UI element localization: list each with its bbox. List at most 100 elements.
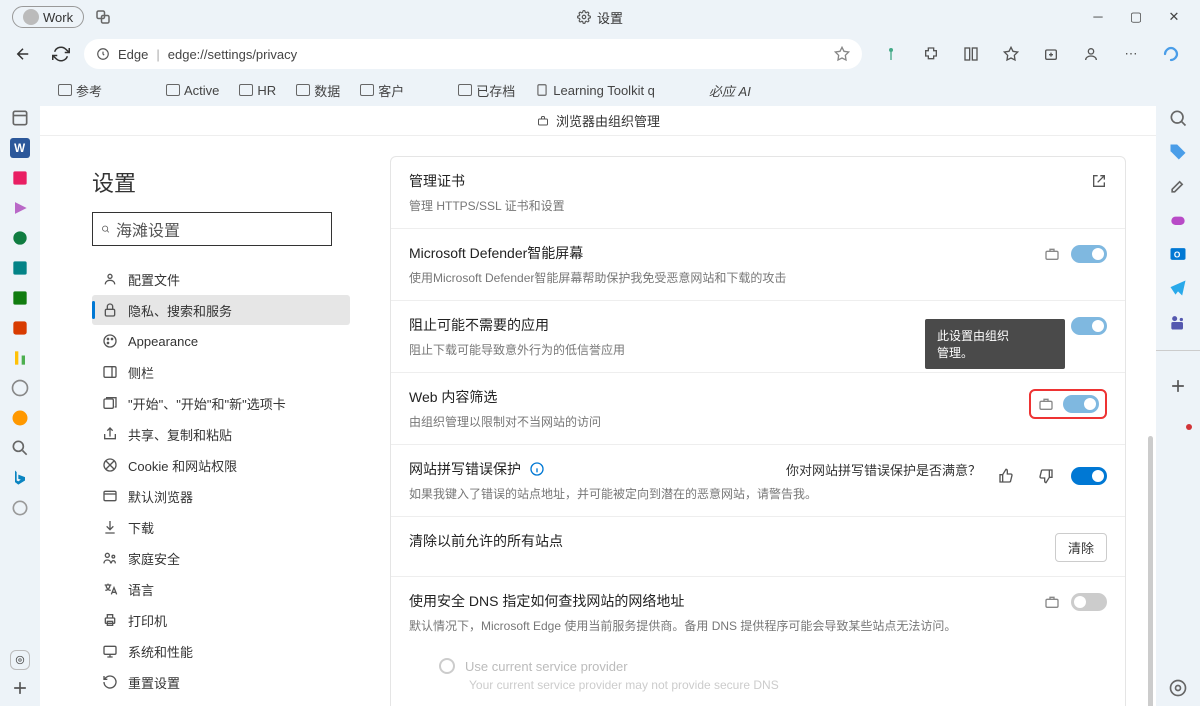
sidebar-item-profile[interactable]: 配置文件 <box>92 264 350 294</box>
sidebar-item-phone[interactable]: 手机和其他设备 <box>92 698 350 706</box>
bookmark-item-5[interactable]: 已存档 <box>450 77 523 104</box>
row-clear-allowed-sites: 清除以前允许的所有站点 清除 <box>391 516 1125 576</box>
search-icon[interactable] <box>1168 108 1188 128</box>
split-screen-icon[interactable] <box>956 39 986 69</box>
sidebar-item-languages[interactable]: 语言 <box>92 574 350 604</box>
telegram-icon[interactable] <box>1168 278 1188 298</box>
workspaces-icon[interactable] <box>94 8 112 26</box>
browser-toolbar: Edge | edge://settings/privacy ⋯ <box>0 34 1200 74</box>
collections-icon[interactable] <box>1036 39 1066 69</box>
sidebar-icon <box>102 364 118 380</box>
scrollbar-thumb[interactable] <box>1148 436 1153 706</box>
external-link-icon[interactable] <box>1091 173 1107 189</box>
tabs-icon <box>102 395 118 411</box>
bookmark-item-2[interactable]: HR <box>231 79 284 102</box>
address-bar[interactable]: Edge | edge://settings/privacy <box>84 39 862 69</box>
pinned-tab-icon[interactable] <box>10 318 30 338</box>
sidebar-item-default-browser[interactable]: 默认浏览器 <box>92 481 350 511</box>
briefcase-lock-icon <box>1043 594 1061 610</box>
tab-actions-icon[interactable] <box>10 108 30 128</box>
toggle-defender[interactable] <box>1071 245 1107 263</box>
row-block-unwanted-apps: 阻止可能不需要的应用 阻止下载可能导致意外行为的低信誉应用 此设置由组织 管理。 <box>391 300 1125 372</box>
tools-icon[interactable] <box>1168 176 1188 196</box>
sidebar-item-appearance[interactable]: Appearance <box>92 326 350 356</box>
tab-settings-gear-icon[interactable] <box>10 650 30 670</box>
sidebar-item-downloads[interactable]: 下载 <box>92 512 350 542</box>
new-tab-plus-icon[interactable] <box>10 678 30 698</box>
pinned-tab-icon[interactable] <box>10 288 30 308</box>
shopping-tag-icon[interactable] <box>1168 142 1188 162</box>
refresh-button[interactable] <box>46 39 76 69</box>
bookmark-item-4[interactable]: 客户 <box>352 77 412 104</box>
outlook-icon[interactable]: O <box>1168 244 1188 264</box>
pinned-tab-icon[interactable] <box>10 198 30 218</box>
settings-title: 设置 <box>92 166 350 198</box>
window-titlebar: Work 设置 ─ ▢ ✕ <box>0 0 1200 34</box>
more-menu-icon[interactable]: ⋯ <box>1116 39 1146 69</box>
teams-icon[interactable] <box>1168 312 1188 332</box>
bookmark-item-0[interactable]: 参考 <box>50 77 110 104</box>
settings-search-input[interactable] <box>116 220 323 238</box>
sidebar-item-cookies[interactable]: Cookie 和网站权限 <box>92 450 350 480</box>
sidebar-item-privacy[interactable]: 隐私、搜索和服务 <box>92 295 350 325</box>
toggle-secure-dns[interactable] <box>1071 593 1107 611</box>
add-sidebar-icon[interactable] <box>1168 376 1188 396</box>
sidebar-item-system[interactable]: 系统和性能 <box>92 636 350 666</box>
managed-banner-text: 浏览器由组织管理 <box>556 111 660 130</box>
sidebar-item-sidebar[interactable]: 侧栏 <box>92 357 350 387</box>
sidebar-item-family[interactable]: 家庭安全 <box>92 543 350 573</box>
maximize-button[interactable]: ▢ <box>1128 9 1144 25</box>
profile-switcher[interactable]: Work <box>12 6 84 28</box>
profile-icon[interactable] <box>1076 39 1106 69</box>
pinned-tab-icon[interactable] <box>10 258 30 278</box>
favorites-icon[interactable] <box>996 39 1026 69</box>
pinned-tab-icon[interactable] <box>10 228 30 248</box>
minimize-button[interactable]: ─ <box>1090 9 1106 25</box>
toggle-typo-protection[interactable] <box>1071 467 1107 485</box>
briefcase-icon <box>536 115 550 127</box>
copilot-icon[interactable] <box>1156 39 1186 69</box>
games-icon[interactable] <box>1168 210 1188 230</box>
thumbs-up-button[interactable] <box>991 461 1021 491</box>
row-manage-certificates[interactable]: 管理证书 管理 HTTPS/SSL 证书和设置 <box>391 157 1125 228</box>
info-icon[interactable] <box>529 461 545 477</box>
favorite-star-icon[interactable] <box>834 46 850 62</box>
bookmark-item-7[interactable]: 必应 AI <box>701 77 759 104</box>
pinned-tab-icon[interactable] <box>10 168 30 188</box>
printer-icon <box>102 612 118 628</box>
dns-option-current-provider: Use current service provider <box>391 648 1125 678</box>
back-button[interactable] <box>8 39 38 69</box>
toggle-web-filter[interactable] <box>1063 395 1099 413</box>
pinned-tab-icon[interactable] <box>10 348 30 368</box>
share-icon <box>102 426 118 442</box>
bookmark-item-3[interactable]: 数据 <box>288 77 348 104</box>
pinned-tab-bing-icon[interactable] <box>10 468 30 488</box>
thumbs-down-button[interactable] <box>1031 461 1061 491</box>
pinned-tab-word-icon[interactable]: W <box>10 138 30 158</box>
dns-option-choose-provider: Choose a service provider <box>391 702 1125 706</box>
close-button[interactable]: ✕ <box>1166 9 1182 25</box>
pinned-tab-icon[interactable] <box>10 378 30 398</box>
extensions-icon[interactable] <box>916 39 946 69</box>
folder-icon <box>458 84 472 96</box>
pinned-tab-icon[interactable] <box>10 498 30 518</box>
bookmark-item-6[interactable]: Learning Toolkit q <box>527 79 663 102</box>
url-text: edge://settings/privacy <box>168 47 826 62</box>
sidebar-item-start[interactable]: "开始"、"开始"和"新"选项卡 <box>92 388 350 418</box>
sidebar-item-reset[interactable]: 重置设置 <box>92 667 350 697</box>
clear-button[interactable]: 清除 <box>1055 533 1107 562</box>
managed-by-org-banner[interactable]: 浏览器由组织管理 <box>40 106 1156 136</box>
sidebar-item-printers[interactable]: 打印机 <box>92 605 350 635</box>
bookmark-item-1[interactable]: Active <box>158 79 227 102</box>
sidebar-item-share[interactable]: 共享、复制和粘贴 <box>92 419 350 449</box>
sidebar-settings-gear-icon[interactable] <box>1168 678 1188 698</box>
settings-search-box[interactable] <box>92 212 332 246</box>
pinned-tab-icon[interactable] <box>10 438 30 458</box>
window-controls: ─ ▢ ✕ <box>1076 9 1196 25</box>
system-icon <box>102 643 118 659</box>
folder-icon <box>360 84 374 96</box>
extension-tree-icon[interactable] <box>876 39 906 69</box>
toggle-unwanted-apps[interactable] <box>1071 317 1107 335</box>
pinned-tab-icon[interactable] <box>10 408 30 428</box>
language-icon <box>102 581 118 597</box>
